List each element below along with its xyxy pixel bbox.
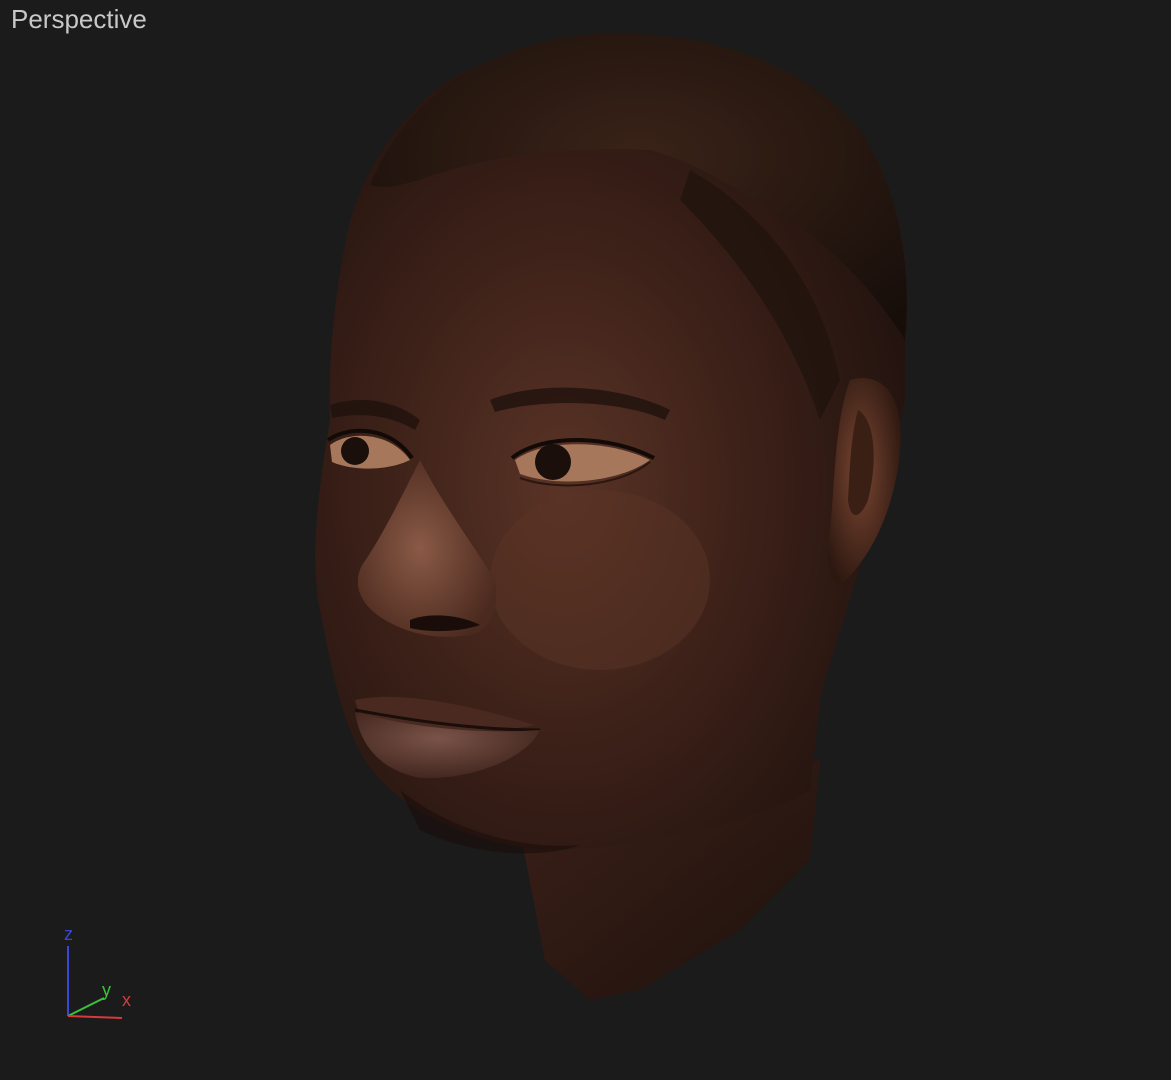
y-axis-line — [67, 997, 105, 1017]
scene-canvas[interactable] — [0, 0, 1171, 1080]
y-axis-label: y — [102, 980, 111, 1000]
left-iris — [341, 437, 369, 465]
axis-gizmo: z y x — [64, 924, 131, 1019]
cheek-highlight — [490, 490, 710, 670]
z-axis-label: z — [64, 924, 73, 944]
x-axis-label: x — [122, 990, 131, 1010]
right-iris — [535, 444, 571, 480]
x-axis-line — [67, 1015, 123, 1019]
perspective-viewport[interactable]: Perspective z y x — [0, 0, 1171, 1080]
